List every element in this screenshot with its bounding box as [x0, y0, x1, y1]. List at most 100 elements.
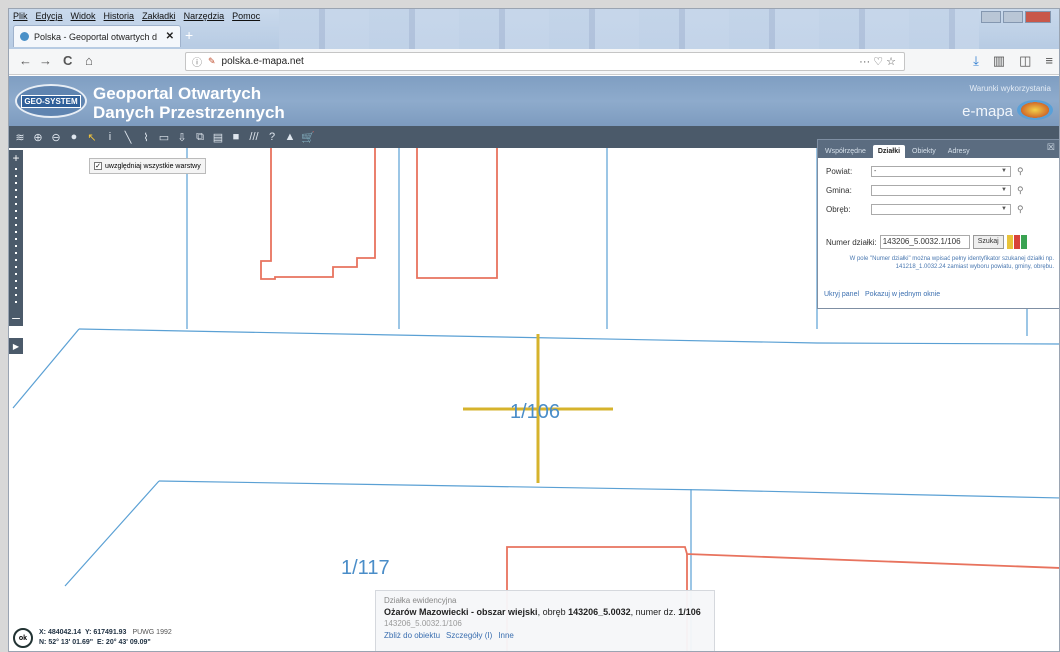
- zoom-minus-icon[interactable]: –: [12, 310, 20, 324]
- hatch-icon[interactable]: ///: [247, 130, 261, 144]
- hide-panel-link[interactable]: Ukryj panel: [824, 291, 859, 298]
- back-icon[interactable]: ←: [19, 53, 32, 68]
- light-yellow: [1006, 235, 1013, 249]
- menu-view[interactable]: Widok: [71, 11, 96, 21]
- maximize-button[interactable]: [1003, 11, 1023, 23]
- info-place: Ożarów Mazowiecki - obszar wiejski: [384, 607, 538, 617]
- site-title-line-2: Danych Przestrzennych: [93, 103, 285, 122]
- help-icon[interactable]: ?: [265, 130, 279, 144]
- powiat-select[interactable]: - ▼: [871, 166, 1011, 177]
- pan-icon[interactable]: ●: [67, 130, 81, 144]
- coord-n: N: 52° 13' 01.69": [39, 639, 94, 646]
- cart-icon[interactable]: 🛒: [301, 130, 315, 144]
- xy-coords: X: 484042.14 Y: 617491.93 PUWG 1992: [39, 628, 172, 638]
- browser-tab[interactable]: Polska - Geoportal otwartych d ✕: [13, 25, 181, 47]
- parcel-number-input[interactable]: 143206_5.0032.1/106: [879, 235, 970, 249]
- menu-edit[interactable]: Edycja: [36, 11, 63, 21]
- coord-y: Y: 617491.93: [84, 629, 127, 636]
- close-window-button[interactable]: [1025, 11, 1051, 23]
- page-actions[interactable]: ··· ♡ ☆: [859, 55, 896, 68]
- zoom-slider[interactable]: + –: [9, 150, 23, 326]
- gmina-label: Gmina:: [826, 186, 852, 195]
- export-icon[interactable]: ⧉: [193, 130, 207, 144]
- menu-bookmarks[interactable]: Zakładki: [142, 11, 176, 21]
- zoom-track[interactable]: [15, 168, 17, 308]
- details-link[interactable]: Szczegóły (I): [446, 631, 492, 640]
- gmina-row: Gmina: ▼ ⚲: [826, 185, 1024, 196]
- tab-title: Polska - Geoportal otwartych d: [34, 31, 158, 42]
- info-icon[interactable]: i: [103, 130, 117, 144]
- building-outline: [416, 148, 498, 279]
- sidebar-icon[interactable]: ◫: [1019, 53, 1031, 69]
- info-description: Ożarów Mazowiecki - obszar wiejski, obrę…: [384, 607, 706, 617]
- parcel-label-other: 1/117: [341, 557, 390, 579]
- measure-area-icon[interactable]: ⌇: [139, 130, 153, 144]
- bookmark-icon[interactable]: ■: [229, 130, 243, 144]
- zoom-plus-icon[interactable]: +: [12, 152, 19, 164]
- minimize-button[interactable]: [981, 11, 1001, 23]
- chevron-down-icon: ▼: [1001, 168, 1007, 174]
- parcel-boundary: [64, 480, 160, 587]
- chevron-down-icon: ▼: [1001, 206, 1007, 212]
- menu-tools[interactable]: Narzędzia: [184, 11, 225, 21]
- coordinate-text: X: 484042.14 Y: 617491.93 PUWG 1992 N: 52…: [39, 628, 172, 648]
- layers-tooltip: ✓ uwzględniaj wszystkie warstwy: [89, 158, 206, 174]
- forward-icon[interactable]: →: [39, 53, 52, 68]
- print-icon[interactable]: ▭: [157, 130, 171, 144]
- url-text[interactable]: polska.e-mapa.net: [222, 56, 304, 67]
- download-icon[interactable]: ⇩: [175, 130, 189, 144]
- panel-tabs: Współrzędne Działki Obiekty Adresy: [818, 140, 1059, 158]
- gmina-select[interactable]: ▼: [871, 185, 1011, 196]
- panel-close-icon[interactable]: ☒: [1047, 142, 1055, 153]
- parcel-boundary: [78, 328, 1059, 345]
- logo-text: GEO-SYSTEM: [21, 94, 81, 108]
- share-icon[interactable]: ▲: [283, 130, 297, 144]
- layers-icon[interactable]: ≋: [13, 130, 27, 144]
- single-window-link[interactable]: Pokazuj w jednym oknie: [865, 291, 940, 298]
- hamburger-menu-icon[interactable]: ≡: [1045, 53, 1053, 69]
- menu-history[interactable]: Historia: [104, 11, 135, 21]
- tab-parcels[interactable]: Działki: [872, 145, 906, 158]
- all-layers-checkbox[interactable]: ✓: [94, 162, 102, 170]
- panel-links: Ukryj panel Pokazuj w jednym oknie: [824, 291, 940, 298]
- library-icon[interactable]: ▥: [993, 53, 1005, 69]
- emapa-brand: e-mapa: [962, 103, 1013, 120]
- browser-window: Plik Edycja Widok Historia Zakładki Narz…: [8, 8, 1060, 652]
- zoom-in-icon[interactable]: ⊕: [31, 130, 45, 144]
- legend-icon[interactable]: ▤: [211, 130, 225, 144]
- close-tab-icon[interactable]: ✕: [166, 31, 174, 42]
- zoom-to-object-link[interactable]: Zbliż do obiektu: [384, 631, 440, 640]
- home-icon[interactable]: ⌂: [85, 53, 93, 68]
- reload-icon[interactable]: C: [63, 53, 72, 68]
- search-icon[interactable]: ⚲: [1017, 204, 1024, 215]
- other-link[interactable]: Inne: [498, 631, 514, 640]
- search-icon[interactable]: ⚲: [1017, 166, 1024, 177]
- select-icon[interactable]: ↖: [85, 130, 99, 144]
- downloads-icon[interactable]: ⤓: [973, 53, 979, 69]
- menu-file[interactable]: Plik: [13, 11, 28, 21]
- expand-panel-button[interactable]: ▶: [9, 338, 23, 354]
- info-icon[interactable]: ⓘ: [192, 54, 202, 69]
- map-view[interactable]: 1/106 1/117 ≋ ⊕ ⊖ ● ↖ i ╲ ⌇ ▭ ⇩ ⧉ ▤ ■ //…: [9, 126, 1059, 651]
- terms-link[interactable]: Warunki wykorzystania: [969, 84, 1051, 93]
- ne-coords: N: 52° 13' 01.69" E: 20° 43' 09.09": [39, 638, 172, 648]
- zoom-out-icon[interactable]: ⊖: [49, 130, 63, 144]
- measure-line-icon[interactable]: ╲: [121, 130, 135, 144]
- site-title: Geoportal Otwartych Danych Przestrzennyc…: [93, 84, 285, 122]
- geo-system-logo[interactable]: GEO-SYSTEM: [15, 84, 87, 118]
- search-icon[interactable]: ⚲: [1017, 185, 1024, 196]
- menu-help[interactable]: Pomoc: [232, 11, 260, 21]
- globe-icon: [1017, 100, 1053, 120]
- new-tab-button[interactable]: +: [185, 27, 193, 43]
- powiat-row: Powiat: - ▼ ⚲: [826, 166, 1024, 177]
- obreb-select[interactable]: ▼: [871, 204, 1011, 215]
- url-bar[interactable]: ⓘ ✎ polska.e-mapa.net ··· ♡ ☆: [185, 52, 905, 71]
- tab-objects[interactable]: Obiekty: [907, 145, 941, 158]
- ok-button[interactable]: ok: [13, 628, 33, 648]
- all-layers-label: uwzględniaj wszystkie warstwy: [105, 162, 201, 170]
- tab-coordinates[interactable]: Współrzędne: [820, 145, 871, 158]
- toolbar-right: ⤓ ▥ ◫ ≡: [973, 53, 1053, 69]
- building-outline: [260, 148, 376, 280]
- search-button[interactable]: Szukaj: [972, 235, 1004, 249]
- tab-addresses[interactable]: Adresy: [943, 145, 975, 158]
